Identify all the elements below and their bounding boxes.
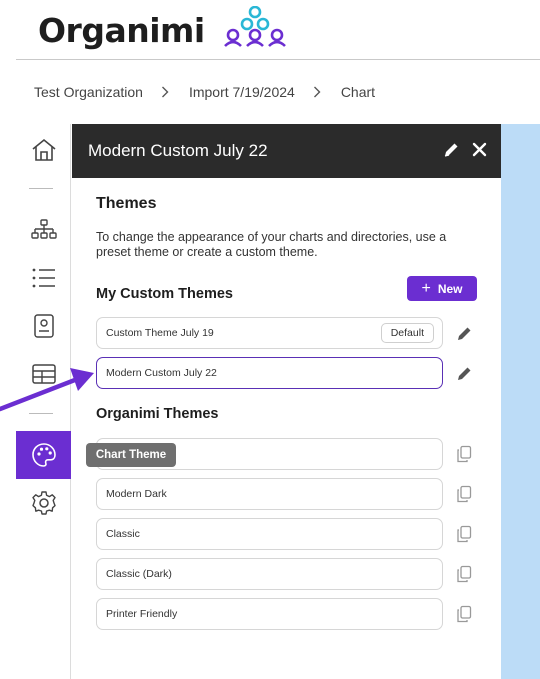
edit-theme-button[interactable] (454, 363, 474, 383)
palette-icon (31, 443, 56, 467)
pencil-icon (444, 143, 458, 157)
nav-home[interactable] (16, 126, 71, 174)
pencil-icon (457, 367, 470, 380)
annotation-arrow-icon (0, 368, 94, 412)
gear-icon (31, 491, 56, 515)
directory-icon (33, 314, 54, 338)
duplicate-theme-button[interactable] (454, 484, 474, 504)
chevron-right-icon (313, 86, 323, 98)
chart-canvas[interactable] (501, 124, 540, 679)
organimi-theme-row[interactable]: Classic (96, 518, 443, 550)
close-panel-button[interactable] (472, 142, 487, 162)
new-theme-button[interactable]: + New (407, 276, 477, 301)
nav-chart-theme[interactable] (16, 431, 71, 479)
nav-tooltip: Chart Theme (86, 443, 176, 467)
nav-org-chart[interactable] (16, 206, 71, 254)
breadcrumb-import[interactable]: Import 7/19/2024 (189, 84, 295, 100)
organimi-logo[interactable]: Organimi (38, 6, 291, 54)
app-page: Organimi Test Organization Import 7/19/2… (0, 0, 540, 679)
custom-theme-row[interactable]: Modern Custom July 22 (96, 357, 443, 389)
copy-icon (457, 525, 472, 543)
nav-settings[interactable] (16, 479, 71, 527)
nav-directory[interactable] (16, 302, 71, 350)
theme-name: Custom Theme July 19 (106, 327, 214, 339)
themes-description: To change the appearance of your charts … (96, 230, 447, 259)
home-icon (31, 138, 56, 161)
copy-icon (457, 605, 472, 623)
theme-name: Classic (106, 528, 140, 540)
duplicate-theme-button[interactable] (454, 524, 474, 544)
header-divider (16, 59, 540, 60)
org-chart-icon (30, 219, 57, 239)
custom-theme-row[interactable]: Custom Theme July 19 Default (96, 317, 443, 349)
copy-icon (457, 485, 472, 503)
copy-icon (457, 565, 472, 583)
breadcrumb-organization[interactable]: Test Organization (34, 84, 143, 100)
nav-list[interactable] (16, 254, 71, 302)
nav-divider (29, 188, 53, 189)
org-logo-icon (223, 6, 286, 47)
panel-title: Modern Custom July 22 (88, 141, 268, 160)
organimi-themes-heading: Organimi Themes (96, 406, 219, 422)
organimi-theme-row[interactable]: Classic (Dark) (96, 558, 443, 590)
duplicate-theme-button[interactable] (454, 564, 474, 584)
new-theme-label: New (437, 281, 463, 296)
my-custom-themes-heading: My Custom Themes (96, 286, 233, 302)
duplicate-theme-button[interactable] (454, 444, 474, 464)
theme-panel: Modern Custom July 22 Themes To change t… (72, 124, 501, 679)
theme-name: Modern Custom July 22 (106, 367, 217, 379)
edit-theme-button[interactable] (454, 323, 474, 343)
organimi-theme-row[interactable]: Printer Friendly (96, 598, 443, 630)
theme-name: Modern Dark (106, 488, 167, 500)
panel-header: Modern Custom July 22 (72, 124, 501, 178)
chevron-right-icon (161, 86, 171, 98)
organimi-theme-row[interactable]: Modern Dark (96, 478, 443, 510)
breadcrumb-chart: Chart (340, 84, 376, 100)
duplicate-theme-button[interactable] (454, 604, 474, 624)
theme-name: Classic (Dark) (106, 568, 172, 580)
themes-heading: Themes (96, 195, 157, 212)
close-icon (472, 142, 487, 157)
pencil-icon (457, 327, 470, 340)
list-icon (32, 268, 55, 288)
edit-title-button[interactable] (443, 141, 460, 163)
logo-text: Organimi (38, 10, 205, 50)
copy-icon (457, 445, 472, 463)
default-badge: Default (380, 323, 434, 343)
breadcrumb: Test Organization Import 7/19/2024 Chart (34, 82, 375, 102)
plus-icon: + (421, 279, 431, 297)
theme-name: Printer Friendly (106, 608, 178, 620)
